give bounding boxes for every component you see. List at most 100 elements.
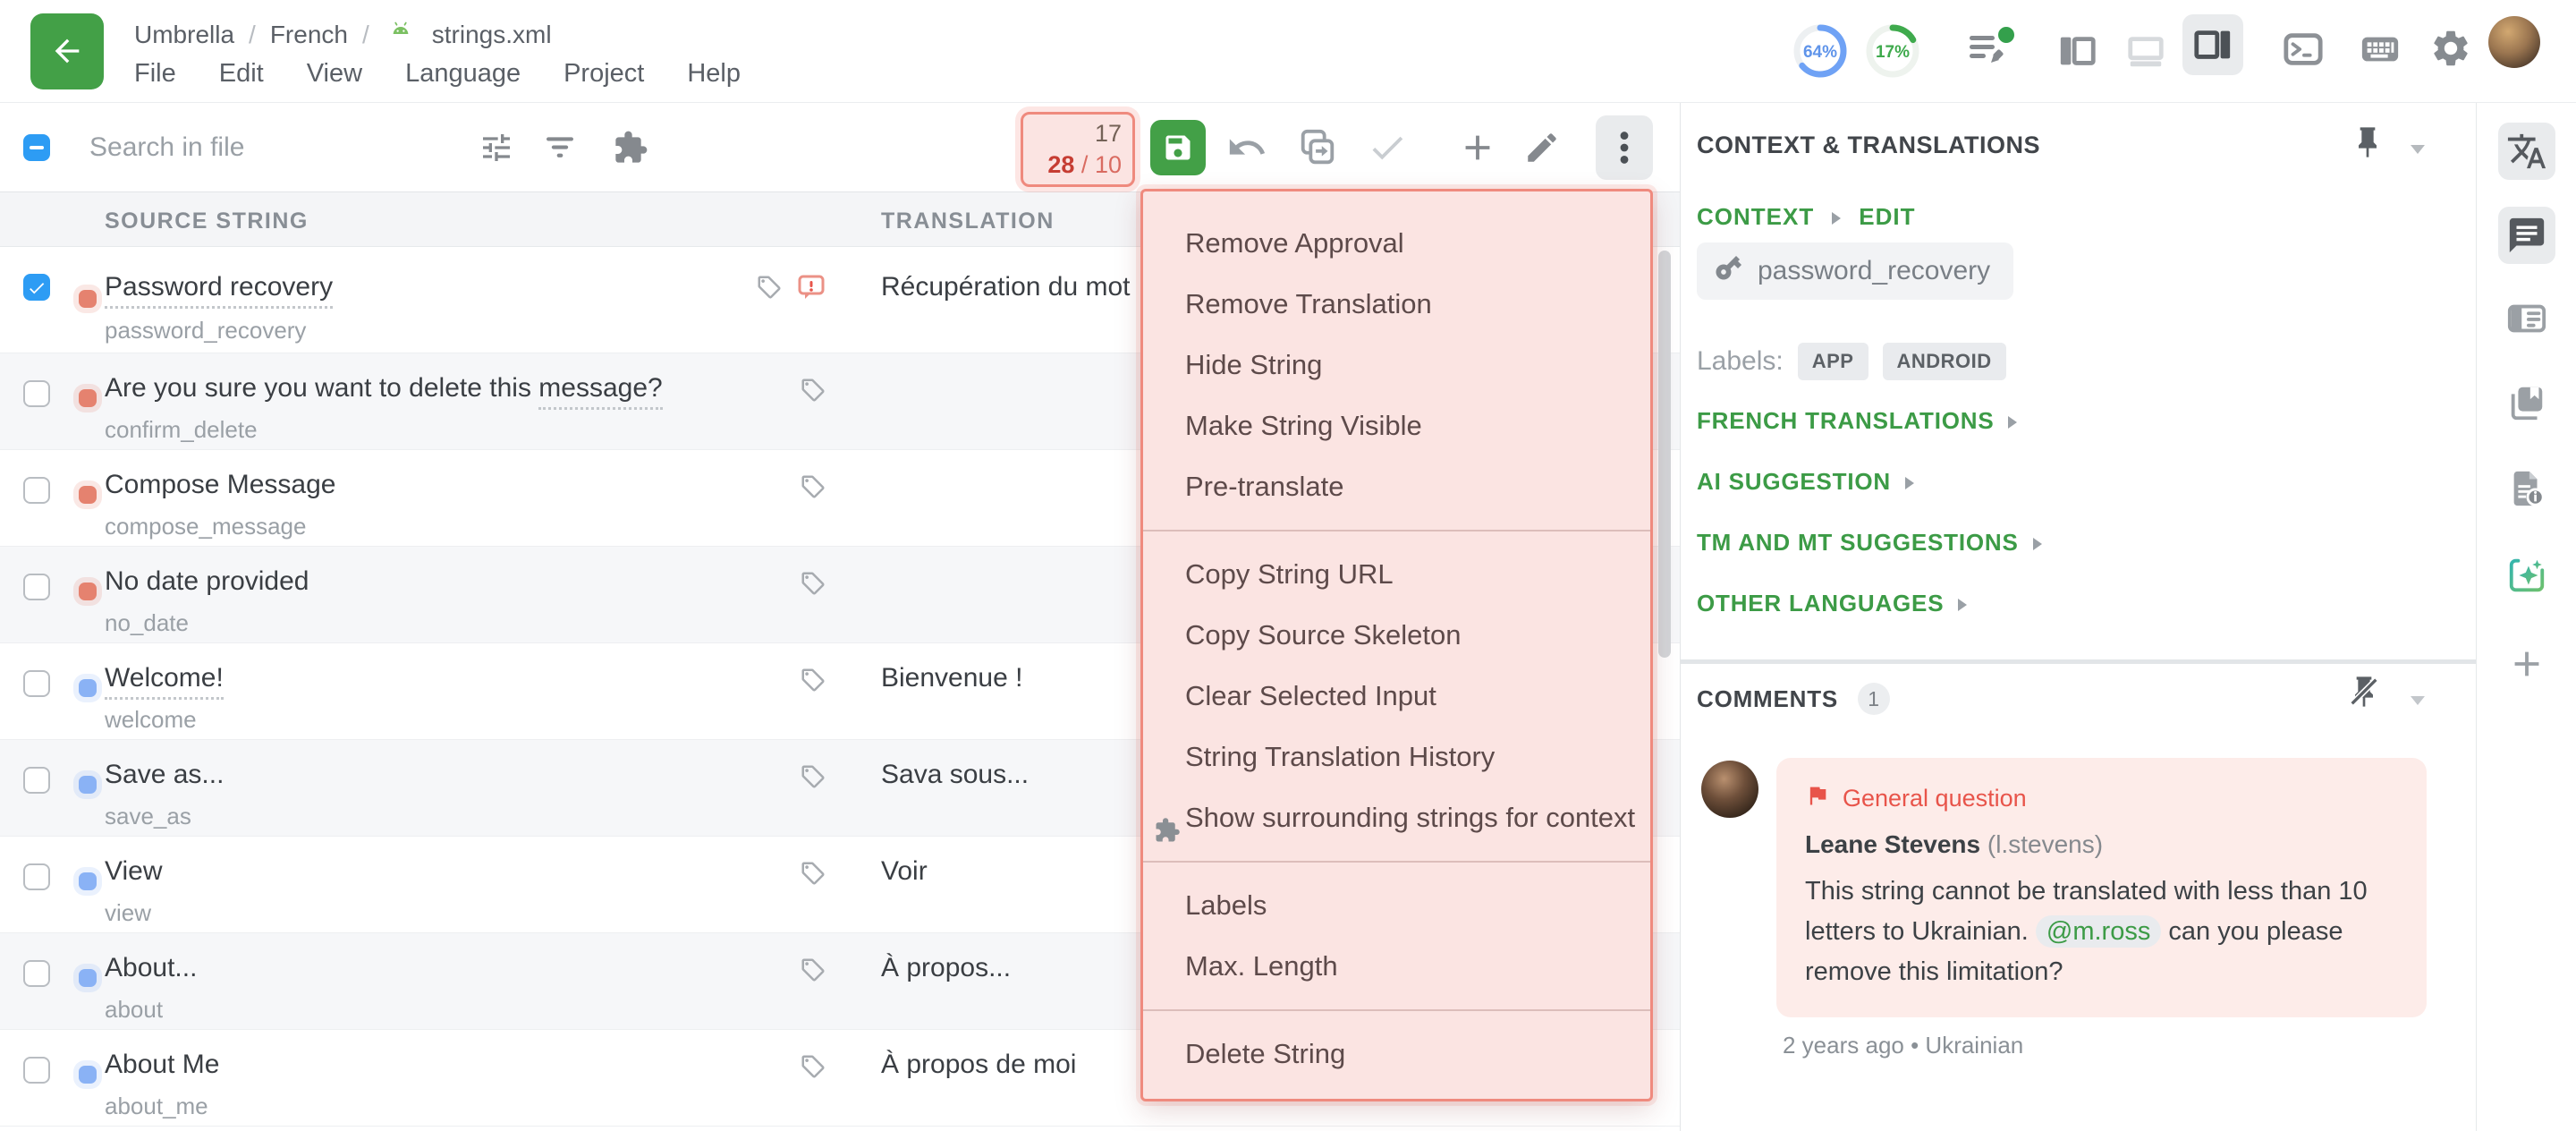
- translation-text: Voir: [881, 856, 928, 887]
- approved-progress-ring[interactable]: 17%: [1864, 22, 1921, 80]
- comment-author[interactable]: Leane Stevens: [1805, 830, 1980, 858]
- row-checkbox[interactable]: [23, 1057, 50, 1084]
- rail-ai-button[interactable]: [2498, 547, 2555, 604]
- undo-icon[interactable]: [1226, 127, 1267, 173]
- keyboard-icon[interactable]: [2360, 29, 2401, 74]
- chevron-down-icon[interactable]: [2411, 142, 2425, 158]
- menu-item-make-string-visible[interactable]: Make String Visible: [1143, 395, 1650, 456]
- save-button[interactable]: [1150, 120, 1206, 175]
- add-string-icon[interactable]: [1457, 127, 1498, 173]
- layout-left-icon[interactable]: [2057, 30, 2098, 76]
- search-input[interactable]: Search in file: [89, 132, 244, 163]
- menu-edit[interactable]: Edit: [219, 59, 264, 89]
- row-checkbox[interactable]: [23, 863, 50, 890]
- row-checkbox[interactable]: [23, 477, 50, 504]
- plugins-puzzle-icon[interactable]: [613, 130, 648, 170]
- menu-item-labels[interactable]: Labels: [1143, 875, 1650, 936]
- drafts-notification-icon[interactable]: [1964, 23, 2018, 81]
- search-settings-icon[interactable]: [479, 130, 514, 170]
- menu-project[interactable]: Project: [564, 59, 644, 89]
- settings-gear-icon[interactable]: [2429, 27, 2472, 74]
- menu-item-pre-translate[interactable]: Pre-translate: [1143, 456, 1650, 517]
- row-checkbox[interactable]: [23, 670, 50, 697]
- rail-dictionary-button[interactable]: [2498, 290, 2555, 347]
- menu-item-clear-selected-input[interactable]: Clear Selected Input: [1143, 666, 1650, 727]
- unpin-icon[interactable]: [2346, 674, 2382, 714]
- tag-icon[interactable]: [800, 667, 826, 698]
- approve-icon[interactable]: [1367, 127, 1408, 173]
- translated-progress-ring[interactable]: 64%: [1792, 22, 1849, 80]
- menu-item-show-surrounding-strings[interactable]: Show surrounding strings for context: [1143, 787, 1650, 848]
- layout-bottom-icon[interactable]: [2125, 30, 2166, 76]
- console-icon[interactable]: [2283, 29, 2324, 74]
- status-icon: [79, 776, 97, 794]
- rail-add-panel-button[interactable]: [2498, 635, 2555, 693]
- back-button[interactable]: [30, 13, 104, 89]
- row-checkbox[interactable]: [23, 380, 50, 407]
- string-key: password_recovery: [105, 317, 306, 344]
- user-avatar[interactable]: [2488, 16, 2540, 68]
- row-checkbox[interactable]: [23, 767, 50, 794]
- tag-icon[interactable]: [800, 377, 826, 408]
- translation-text: Récupération du mot: [881, 272, 1131, 302]
- label-chip[interactable]: ANDROID: [1883, 343, 2006, 380]
- section-tm-mt-suggestions[interactable]: TM AND MT SUGGESTIONS: [1697, 529, 2042, 557]
- rail-translate-button[interactable]: [2498, 123, 2555, 180]
- filter-icon[interactable]: [542, 130, 578, 170]
- rail-comments-button[interactable]: [2498, 207, 2555, 264]
- editor-scrollbar[interactable]: [1658, 251, 1671, 658]
- more-actions-button[interactable]: [1596, 115, 1653, 180]
- menu-file[interactable]: File: [134, 59, 176, 89]
- duplicate-icon[interactable]: [1297, 127, 1338, 173]
- chevron-down-icon[interactable]: [2411, 693, 2425, 710]
- section-ai-suggestion[interactable]: AI SUGGESTION: [1697, 468, 1914, 496]
- comment-username: (l.stevens): [1987, 830, 2103, 858]
- row-checkbox[interactable]: [23, 960, 50, 987]
- edit-link[interactable]: EDIT: [1859, 203, 1915, 231]
- tag-icon[interactable]: [800, 763, 826, 795]
- menu-language[interactable]: Language: [405, 59, 521, 89]
- comments-count-badge: 1: [1858, 683, 1890, 715]
- menu-item-max-length[interactable]: Max. Length: [1143, 936, 1650, 997]
- section-french-translations[interactable]: FRENCH TRANSLATIONS: [1697, 407, 2017, 435]
- context-link[interactable]: CONTEXT: [1697, 203, 1814, 231]
- breadcrumb-separator: /: [249, 21, 256, 49]
- row-checkbox[interactable]: [23, 274, 50, 301]
- string-counters: 17 28 / 10: [1021, 112, 1135, 187]
- row-checkbox[interactable]: [23, 574, 50, 600]
- tag-icon[interactable]: [800, 957, 826, 988]
- rail-file-info-button[interactable]: [2498, 460, 2555, 517]
- tag-icon[interactable]: [800, 1053, 826, 1084]
- section-other-languages[interactable]: OTHER LANGUAGES: [1697, 590, 1967, 617]
- menu-item-copy-source-skeleton[interactable]: Copy Source Skeleton: [1143, 605, 1650, 666]
- editor-toolbar: Search in file 17 28 / 10: [0, 103, 1680, 192]
- breadcrumb-language[interactable]: French: [270, 21, 348, 49]
- menu-item-delete-string[interactable]: Delete String: [1143, 1024, 1650, 1084]
- label-chip[interactable]: APP: [1798, 343, 1868, 380]
- menu-item-string-translation-history[interactable]: String Translation History: [1143, 727, 1650, 787]
- menu-item-remove-approval[interactable]: Remove Approval: [1143, 213, 1650, 274]
- tag-icon[interactable]: [756, 274, 783, 305]
- pin-icon[interactable]: [2350, 124, 2385, 165]
- menu-item-copy-string-url[interactable]: Copy String URL: [1143, 544, 1650, 605]
- layout-right-button[interactable]: [2182, 14, 2243, 75]
- menu-help[interactable]: Help: [687, 59, 741, 89]
- comment-author-avatar[interactable]: [1701, 761, 1758, 818]
- issue-icon[interactable]: [796, 272, 826, 307]
- breadcrumb-file[interactable]: strings.xml: [432, 21, 552, 49]
- string-key-chip[interactable]: password_recovery: [1697, 242, 2013, 300]
- menu-view[interactable]: View: [307, 59, 362, 89]
- tag-icon[interactable]: [800, 570, 826, 601]
- edit-pencil-icon[interactable]: [1523, 129, 1561, 171]
- menu-item-hide-string[interactable]: Hide String: [1143, 335, 1650, 395]
- menu-item-remove-translation[interactable]: Remove Translation: [1143, 274, 1650, 335]
- mention-link[interactable]: @m.ross: [2036, 915, 2161, 948]
- select-all-checkbox[interactable]: [23, 134, 50, 161]
- rail-glossary-button[interactable]: [2498, 374, 2555, 431]
- tag-icon[interactable]: [800, 473, 826, 505]
- breadcrumb-project[interactable]: Umbrella: [134, 21, 234, 49]
- chevron-right-icon: [2008, 407, 2017, 435]
- panel-title: CONTEXT & TRANSLATIONS: [1697, 132, 2040, 159]
- comment-author-row: Leane Stevens (l.stevens): [1805, 830, 2398, 859]
- tag-icon[interactable]: [800, 860, 826, 891]
